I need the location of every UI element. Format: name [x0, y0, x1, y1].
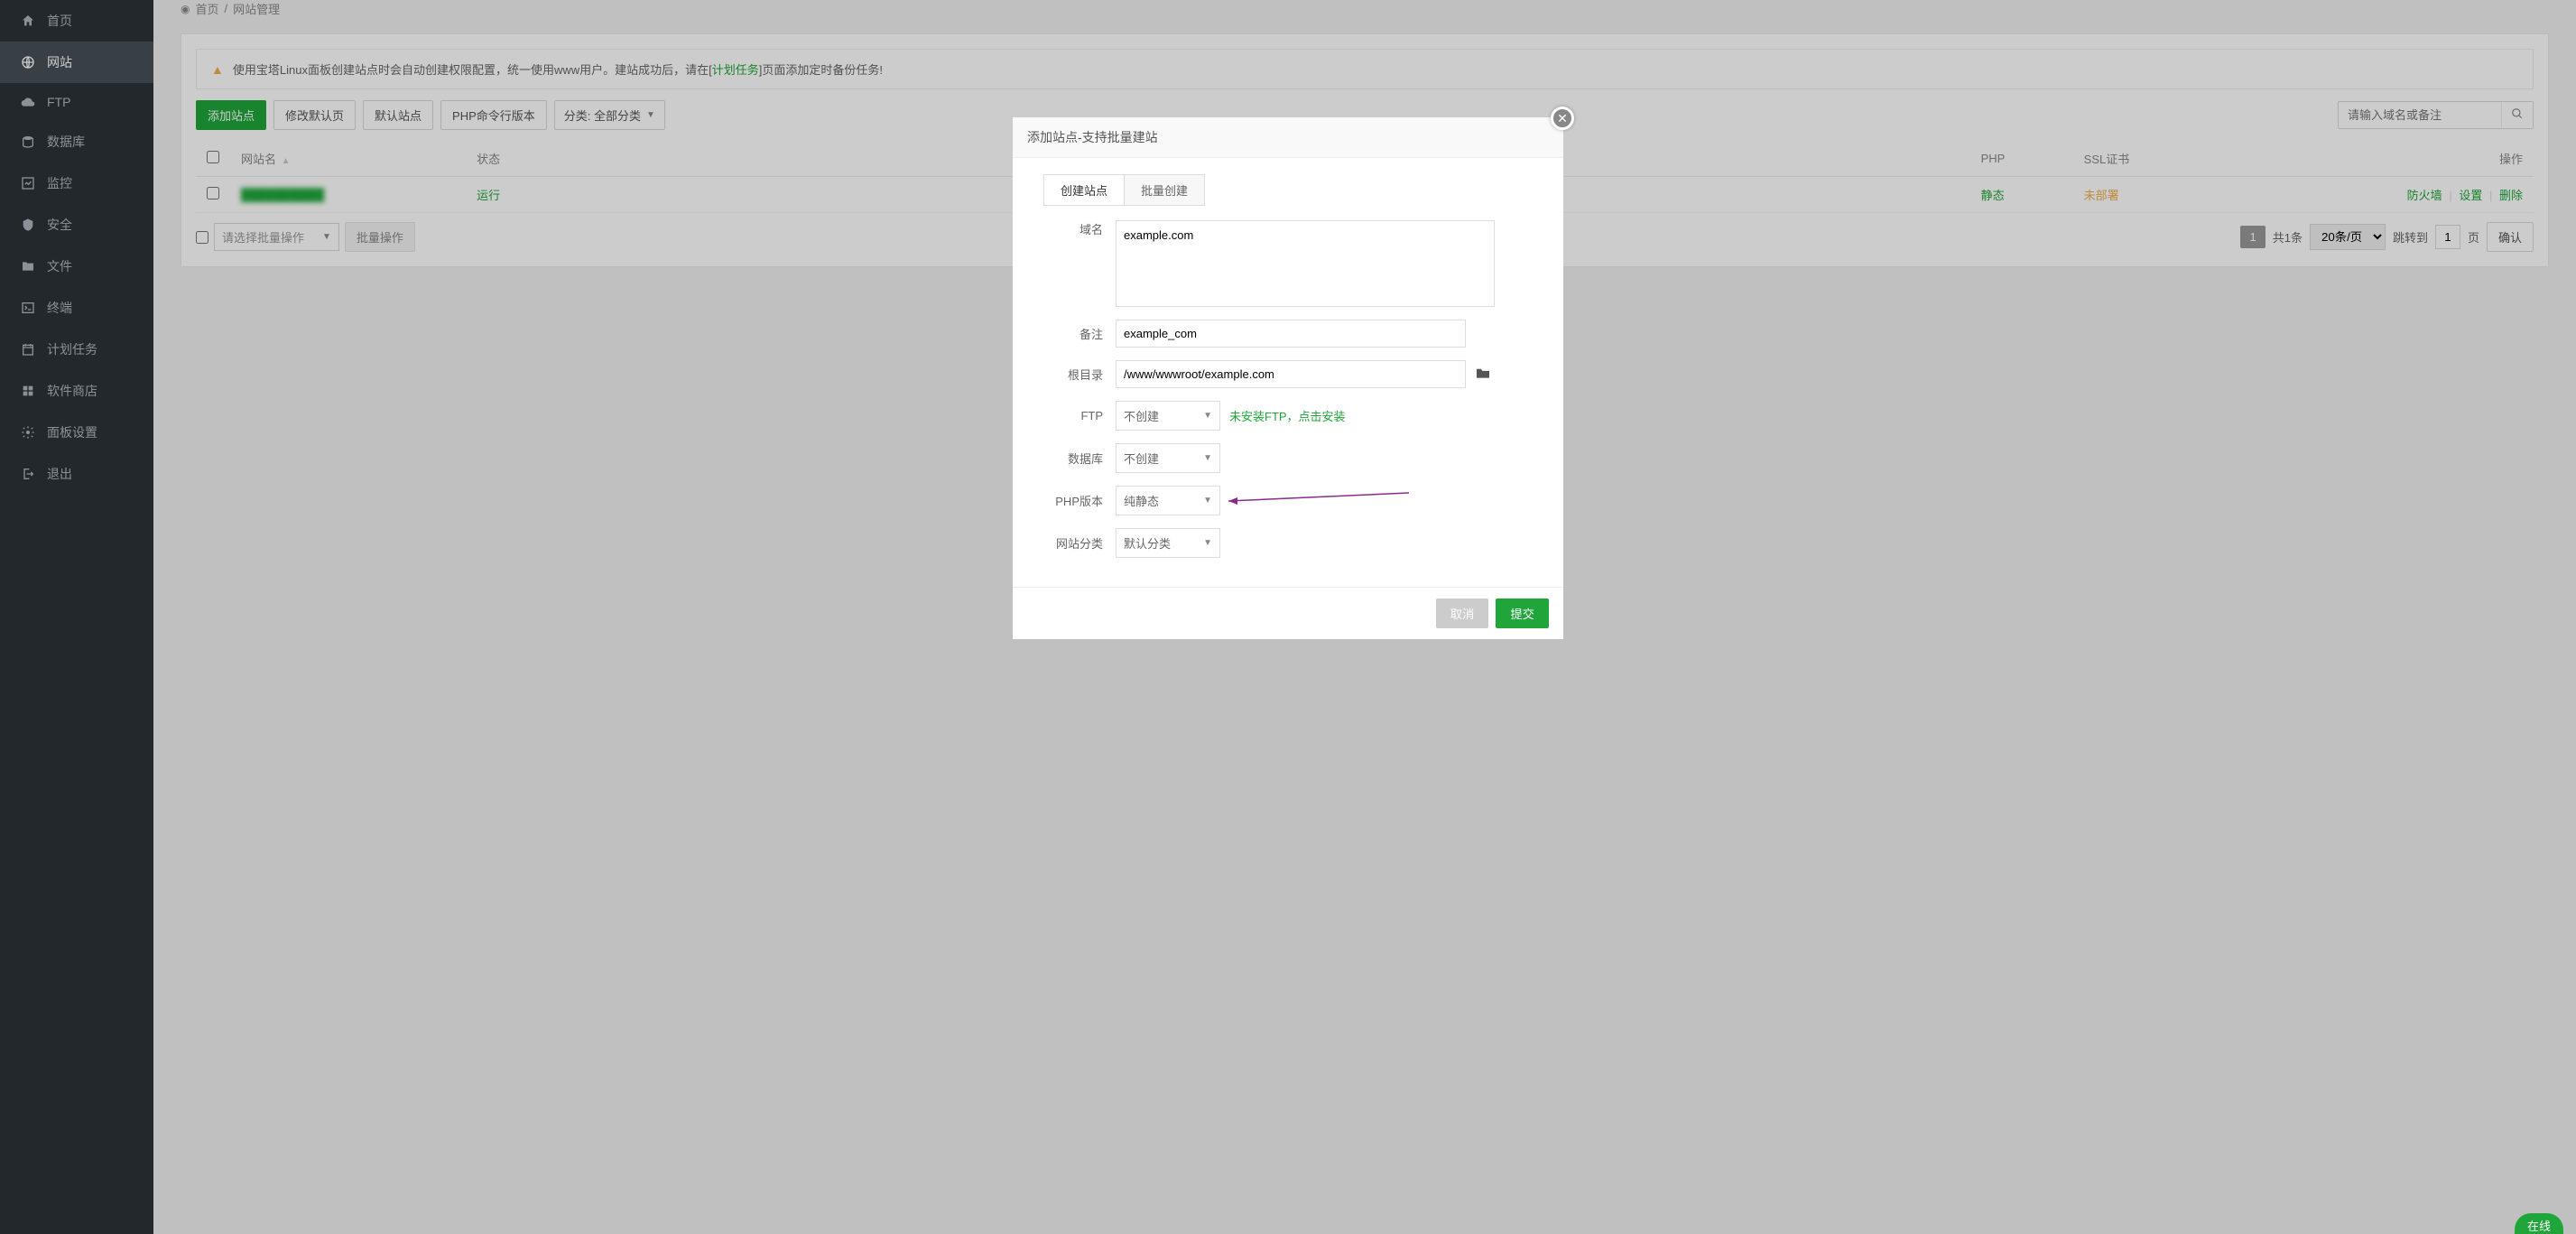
php-version-select[interactable]: 纯静态 ▼: [1116, 486, 1220, 515]
label-root: 根目录: [1043, 366, 1116, 383]
tab-create[interactable]: 创建站点: [1044, 175, 1124, 205]
modal-overlay: ✕ 添加站点-支持批量建站 创建站点 批量创建 域名 备注 根目录: [0, 0, 2576, 1234]
label-ftp: FTP: [1043, 409, 1116, 422]
close-button[interactable]: ✕: [1551, 107, 1574, 130]
label-db: 数据库: [1043, 450, 1116, 467]
folder-browse-icon[interactable]: [1475, 366, 1491, 382]
add-site-modal: ✕ 添加站点-支持批量建站 创建站点 批量创建 域名 备注 根目录: [1013, 117, 1563, 639]
ftp-install-link[interactable]: 未安装FTP，点击安装: [1229, 407, 1346, 424]
ftp-select[interactable]: 不创建 ▼: [1116, 401, 1220, 431]
label-note: 备注: [1043, 325, 1116, 342]
modal-title: 添加站点-支持批量建站: [1013, 117, 1563, 158]
online-status-badge[interactable]: 在线: [2515, 1213, 2563, 1234]
label-domain: 域名: [1043, 220, 1116, 237]
chevron-down-icon: ▼: [1203, 538, 1212, 548]
label-category: 网站分类: [1043, 534, 1116, 552]
cancel-button[interactable]: 取消: [1436, 598, 1489, 628]
note-input[interactable]: [1116, 320, 1466, 348]
submit-button[interactable]: 提交: [1496, 598, 1549, 628]
domain-textarea[interactable]: [1116, 220, 1495, 307]
close-icon: ✕: [1557, 111, 1568, 126]
tab-batch[interactable]: 批量创建: [1124, 175, 1204, 205]
label-php: PHP版本: [1043, 492, 1116, 509]
modal-tabs: 创建站点 批量创建: [1043, 174, 1205, 206]
category-select[interactable]: 默认分类 ▼: [1116, 528, 1220, 558]
chevron-down-icon: ▼: [1203, 496, 1212, 506]
chevron-down-icon: ▼: [1203, 411, 1212, 421]
modal-footer: 取消 提交: [1013, 587, 1563, 639]
chevron-down-icon: ▼: [1203, 453, 1212, 463]
root-input[interactable]: [1116, 360, 1466, 388]
db-select[interactable]: 不创建 ▼: [1116, 443, 1220, 473]
annotation-arrow: [1228, 492, 1418, 510]
